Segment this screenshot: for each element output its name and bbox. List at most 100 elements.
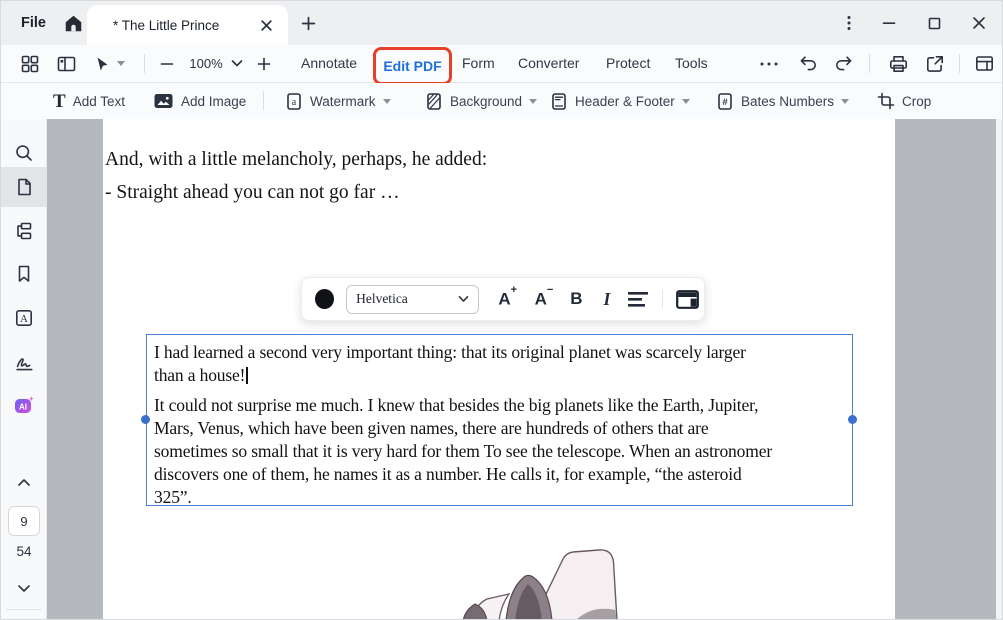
sidebar-divider	[6, 609, 42, 610]
toolbar-divider	[662, 290, 663, 308]
properties-icon	[676, 290, 699, 309]
titlebar: File * The Little Prince	[1, 1, 1003, 45]
chevron-down-icon	[231, 59, 243, 68]
background-icon	[425, 92, 443, 111]
minimize-button[interactable]	[874, 8, 904, 38]
page-text-block[interactable]: And, with a little melancholy, perhaps, …	[105, 143, 487, 209]
svg-text:#: #	[722, 97, 728, 108]
sidebar-thumbnails-button[interactable]	[1, 167, 47, 207]
format-toolbar: Helvetica A+ A− B I	[301, 277, 705, 321]
print-icon	[888, 54, 909, 74]
close-button[interactable]	[964, 8, 994, 38]
bold-button[interactable]: B	[561, 284, 592, 314]
properties-panel-button[interactable]	[672, 284, 704, 314]
menu-converter[interactable]: Converter	[518, 45, 579, 81]
add-text-button[interactable]: T Add Text	[53, 83, 125, 119]
vertical-scrollbar[interactable]	[996, 119, 1003, 620]
layout-button[interactable]	[969, 49, 999, 78]
bookmark-icon	[15, 264, 33, 284]
telescope-illustration[interactable]	[379, 541, 623, 620]
zoom-in-icon	[256, 56, 272, 72]
bates-numbers-button[interactable]: # Bates Numbers	[716, 83, 849, 119]
bates-icon: #	[716, 92, 734, 111]
chevron-down-icon	[841, 99, 849, 104]
background-button[interactable]: Background	[425, 83, 537, 119]
svg-text:AI: AI	[19, 403, 27, 412]
zoom-level[interactable]: 100%	[184, 49, 228, 78]
select-tool-button[interactable]	[89, 49, 129, 78]
zoom-out-button[interactable]	[153, 49, 181, 78]
ai-icon: AI	[13, 395, 35, 417]
signature-icon	[14, 353, 35, 373]
sidebar-signature-button[interactable]	[1, 343, 47, 383]
sidebar-bookmarks-button[interactable]	[1, 254, 47, 294]
paragraph: I had learned a second very important th…	[147, 335, 852, 387]
undo-icon	[798, 54, 819, 73]
crop-button[interactable]: Crop	[877, 83, 931, 119]
more-menus-button[interactable]	[755, 49, 783, 78]
tab-close-icon[interactable]	[258, 17, 274, 33]
zoom-dropdown[interactable]	[227, 49, 247, 78]
search-icon	[14, 143, 34, 163]
align-button[interactable]	[622, 284, 654, 314]
italic-button[interactable]: I	[592, 284, 623, 314]
current-page-input[interactable]: 9	[8, 506, 40, 536]
total-pages-label: 54	[1, 544, 47, 559]
toolbar-divider	[263, 91, 264, 110]
new-tab-button[interactable]	[297, 12, 319, 34]
home-button[interactable]	[59, 9, 87, 37]
print-button[interactable]	[883, 49, 913, 78]
selected-text-box[interactable]: I had learned a second very important th…	[146, 334, 853, 506]
watermark-button[interactable]: a Watermark	[285, 83, 391, 119]
left-sidebar: A AI 9 54	[1, 119, 47, 620]
annotation-icon: A	[14, 308, 34, 328]
toolbar-divider	[959, 54, 960, 73]
decrease-font-button[interactable]: A−	[527, 284, 561, 314]
resize-handle-left[interactable]	[141, 415, 150, 424]
font-color-swatch[interactable]	[315, 289, 334, 309]
align-icon	[627, 291, 649, 308]
maximize-icon	[927, 16, 942, 31]
menu-protect[interactable]: Protect	[606, 45, 650, 81]
toolbar-divider	[869, 54, 870, 73]
export-icon	[925, 54, 945, 74]
file-menu[interactable]: File	[13, 1, 54, 45]
sidebar-ai-button[interactable]: AI	[1, 386, 47, 426]
zoom-in-button[interactable]	[250, 49, 278, 78]
document-tab[interactable]: * The Little Prince	[87, 5, 288, 45]
increase-font-button[interactable]: A+	[489, 284, 527, 314]
add-image-button[interactable]: Add Image	[153, 83, 246, 119]
sidebar-outline-button[interactable]	[1, 211, 47, 251]
redo-icon	[833, 54, 854, 73]
app-menu-button[interactable]	[834, 8, 864, 38]
export-button[interactable]	[920, 49, 950, 78]
undo-button[interactable]	[794, 49, 822, 78]
chevron-down-icon	[117, 61, 125, 66]
header-footer-button[interactable]: Header & Footer	[550, 83, 690, 119]
text-line: - Straight ahead you can not go far …	[105, 176, 487, 209]
svg-text:a: a	[292, 97, 297, 108]
menu-annotate[interactable]: Annotate	[301, 45, 357, 81]
panel-toggle-button[interactable]	[53, 49, 79, 78]
grid-view-button[interactable]	[17, 49, 43, 78]
menu-form[interactable]: Form	[462, 45, 495, 81]
chevron-down-icon	[458, 295, 469, 303]
resize-handle-right[interactable]	[848, 415, 857, 424]
menu-edit-pdf[interactable]: Edit PDF	[373, 47, 452, 85]
window-close-icon	[971, 15, 987, 31]
menu-tools[interactable]: Tools	[675, 45, 708, 81]
sidebar-annotations-button[interactable]: A	[1, 298, 47, 338]
header-footer-icon	[550, 92, 568, 111]
chevron-down-icon	[682, 99, 690, 104]
text-cursor	[246, 367, 248, 384]
text-line: And, with a little melancholy, perhaps, …	[105, 143, 487, 176]
svg-text:A: A	[20, 313, 28, 325]
font-family-select[interactable]: Helvetica	[346, 285, 479, 314]
main-toolbar: 100% Annotate Edit PDF Form Converter Pr…	[1, 45, 1003, 83]
maximize-button[interactable]	[919, 8, 949, 38]
toolbar-divider	[144, 54, 145, 73]
previous-page-button[interactable]	[1, 471, 47, 493]
grid-view-icon	[20, 54, 40, 74]
page-icon	[15, 177, 34, 197]
next-page-button[interactable]	[1, 577, 47, 599]
